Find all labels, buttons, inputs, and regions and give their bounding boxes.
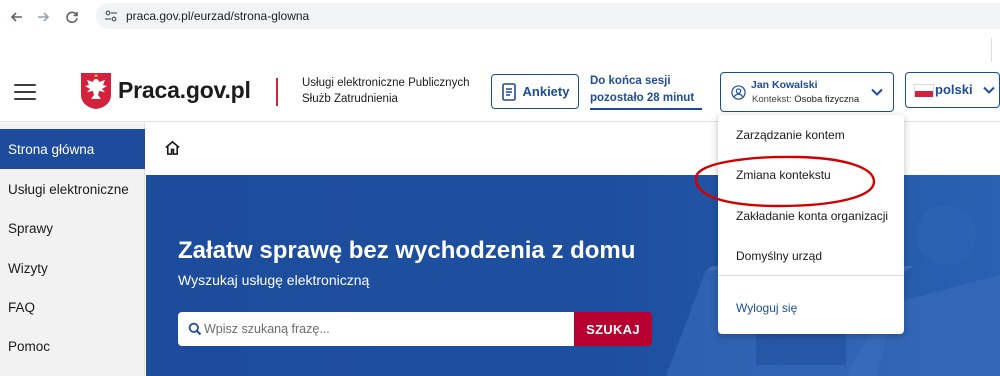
hero-title: Załatw sprawę bez wychodzenia z domu bbox=[178, 237, 636, 264]
chevron-down-icon bbox=[983, 86, 995, 94]
context-value: Osoba fizyczna bbox=[794, 94, 860, 105]
site-header: Praca.gov.pl Usługi elektroniczne Public… bbox=[0, 62, 1000, 122]
coat-of-arms-icon bbox=[81, 73, 111, 109]
site-logo-text[interactable]: Praca.gov.pl bbox=[118, 77, 251, 104]
sidebar-item-visits[interactable]: Wizyty bbox=[0, 248, 145, 288]
reload-icon[interactable] bbox=[61, 6, 83, 28]
sidebar-item-help[interactable]: Pomoc bbox=[0, 326, 145, 366]
logo-divider bbox=[276, 78, 278, 106]
session-line-2: pozostało 28 minut bbox=[590, 92, 695, 104]
service-description: Usługi elektroniczne Publicznych Służb Z… bbox=[302, 75, 469, 107]
forward-arrow-icon[interactable] bbox=[32, 6, 54, 28]
sidebar: Strona główna Usługi elektroniczne Spraw… bbox=[0, 123, 145, 376]
menu-item-account-management[interactable]: Zarządzanie kontem bbox=[736, 128, 845, 142]
url-text: praca.gov.pl/eurzad/strona-glowna bbox=[126, 9, 310, 23]
user-dropdown-menu: Zarządzanie kontem Zmiana kontekstu Zakł… bbox=[718, 115, 904, 334]
session-line-1: Do końca sesji bbox=[590, 75, 671, 87]
sidebar-item-home[interactable]: Strona główna bbox=[0, 129, 145, 169]
back-arrow-icon[interactable] bbox=[6, 6, 28, 28]
sidebar-item-e-services[interactable]: Usługi elektroniczne bbox=[0, 169, 145, 209]
search-button[interactable]: SZUKAJ bbox=[574, 312, 652, 346]
user-context: Kontekst: Osoba fizyczna bbox=[752, 94, 859, 105]
poland-flag-icon bbox=[914, 84, 934, 97]
session-timer[interactable]: Do końca sesji pozostało 28 minut bbox=[590, 73, 694, 107]
user-icon bbox=[731, 85, 746, 100]
chevron-down-icon bbox=[871, 88, 883, 96]
address-bar[interactable]: praca.gov.pl/eurzad/strona-glowna bbox=[96, 3, 1000, 29]
document-icon bbox=[501, 82, 516, 101]
menu-item-create-organization[interactable]: Zakładanie konta organizacji bbox=[736, 209, 888, 223]
surveys-label: Ankiety bbox=[522, 84, 570, 99]
menu-separator bbox=[718, 275, 904, 276]
user-menu-button[interactable]: Jan Kowalski Kontekst: Osoba fizyczna bbox=[720, 72, 894, 112]
browser-toolbar: praca.gov.pl/eurzad/strona-glowna bbox=[0, 0, 1000, 34]
sidebar-item-faq[interactable]: FAQ bbox=[0, 287, 145, 327]
surveys-button[interactable]: Ankiety bbox=[491, 74, 579, 109]
service-line-1: Usługi elektroniczne Publicznych bbox=[302, 77, 470, 89]
menu-item-default-office[interactable]: Domyślny urząd bbox=[736, 249, 822, 263]
user-name: Jan Kowalski bbox=[751, 79, 818, 91]
menu-item-logout[interactable]: Wyloguj się bbox=[736, 301, 797, 315]
search-input[interactable]: Wpisz szukaną frazę... bbox=[178, 312, 575, 346]
search-icon bbox=[188, 322, 202, 336]
service-line-2: Służb Zatrudnienia bbox=[302, 93, 398, 105]
language-selector[interactable]: polski bbox=[905, 72, 1000, 108]
search-placeholder: Wpisz szukaną frazę... bbox=[204, 322, 330, 336]
session-underline bbox=[590, 108, 702, 110]
home-icon[interactable] bbox=[164, 139, 181, 156]
browser-gap bbox=[0, 34, 1000, 62]
language-label: polski bbox=[935, 82, 973, 97]
context-label: Kontekst: bbox=[752, 94, 792, 105]
menu-item-change-context[interactable]: Zmiana kontekstu bbox=[736, 168, 831, 182]
sidebar-item-cases[interactable]: Sprawy bbox=[0, 208, 145, 248]
hero-subtitle: Wyszukaj usługę elektroniczną bbox=[178, 272, 370, 288]
site-settings-icon[interactable] bbox=[104, 9, 118, 23]
menu-icon[interactable] bbox=[14, 84, 36, 100]
